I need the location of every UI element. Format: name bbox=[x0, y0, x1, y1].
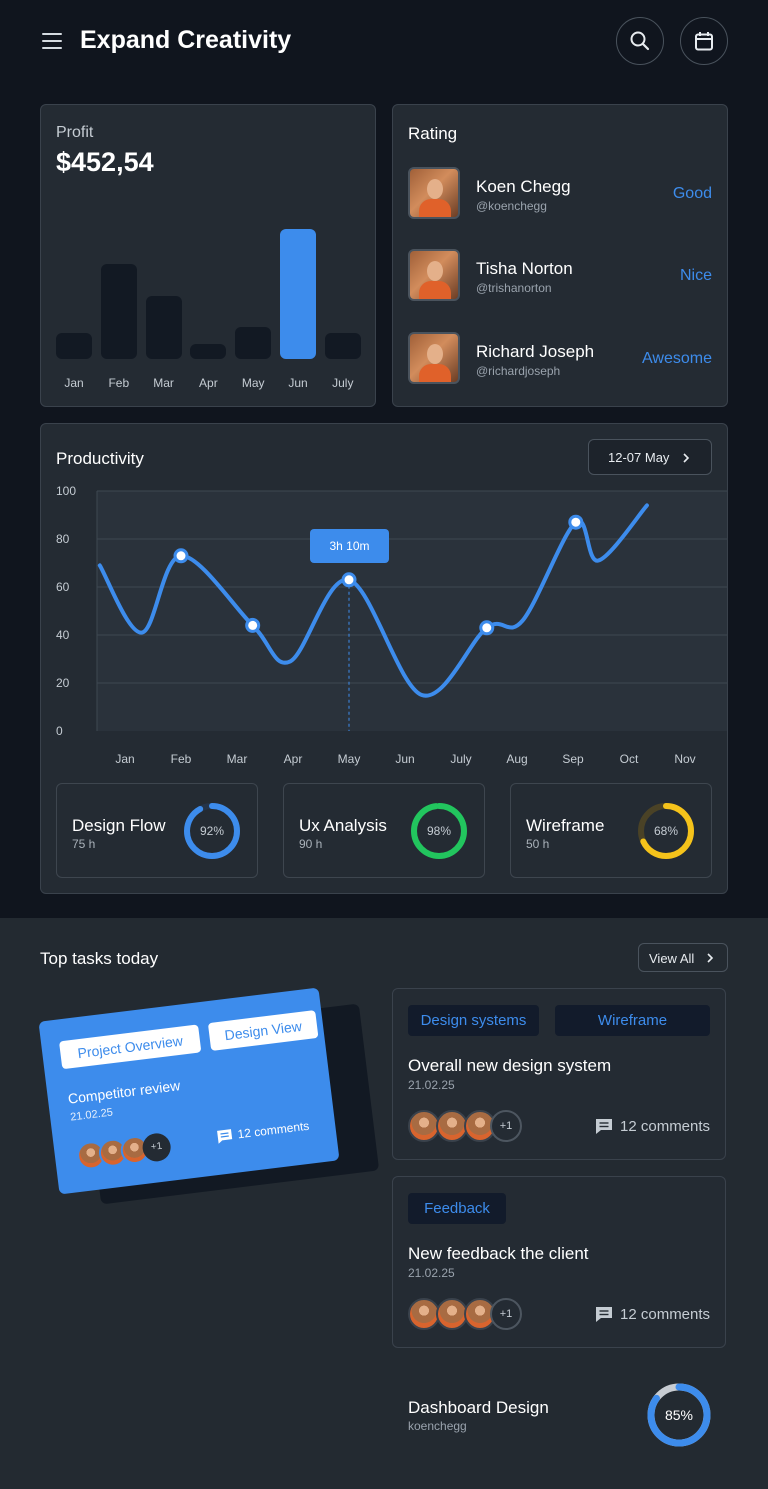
task-title: Overall new design system bbox=[408, 1056, 612, 1075]
data-point[interactable] bbox=[479, 620, 495, 636]
data-point[interactable] bbox=[173, 548, 189, 564]
stat-percent: 92% bbox=[199, 824, 225, 838]
task-tag-label: Design systems bbox=[420, 1012, 527, 1029]
plus-count: +1 bbox=[499, 1308, 513, 1320]
view-all-label: View All bbox=[649, 951, 695, 966]
data-point[interactable] bbox=[245, 617, 261, 633]
stat-card-ux-analysis[interactable]: Ux Analysis 90 h 98% bbox=[283, 783, 485, 878]
task-tag-label: Feedback bbox=[424, 1200, 490, 1217]
plus-avatar: +1 bbox=[490, 1298, 522, 1330]
view-all-button[interactable]: View All bbox=[638, 943, 728, 972]
featured-tag[interactable]: Design View bbox=[207, 1010, 319, 1051]
chevron-right-icon bbox=[707, 953, 714, 963]
task-card[interactable]: Feedback New feedback the client 21.02.2… bbox=[392, 1176, 726, 1348]
stat-hours: 50 h bbox=[526, 837, 550, 851]
stat-percent: 98% bbox=[426, 824, 452, 838]
chart-tooltip-label: 3h 10m bbox=[329, 538, 370, 553]
comment-icon bbox=[596, 1119, 612, 1134]
stat-name: Ux Analysis bbox=[299, 816, 387, 835]
featured-tag-label: Design View bbox=[223, 1017, 303, 1044]
task-date: 21.02.25 bbox=[408, 1266, 455, 1280]
task-tag[interactable]: Design systems bbox=[408, 1005, 539, 1036]
plus-count: +1 bbox=[499, 1120, 513, 1132]
stat-name: Design Flow bbox=[72, 816, 166, 835]
data-point[interactable] bbox=[568, 514, 584, 530]
stat-card-design-flow[interactable]: Design Flow 75 h 92% bbox=[56, 783, 258, 878]
comments-count: 12 comments bbox=[620, 1306, 711, 1323]
dashboard-title: Dashboard Design bbox=[408, 1398, 549, 1417]
comment-icon bbox=[217, 1129, 233, 1144]
featured-tag-label: Project Overview bbox=[76, 1032, 184, 1062]
stat-hours: 75 h bbox=[72, 837, 96, 851]
dashboard-user: koenchegg bbox=[408, 1419, 467, 1433]
task-title: New feedback the client bbox=[408, 1244, 589, 1263]
comments-count: 12 comments bbox=[620, 1118, 711, 1135]
task-date: 21.02.25 bbox=[408, 1078, 455, 1092]
plus-avatar: +1 bbox=[490, 1110, 522, 1142]
task-tag-label: Wireframe bbox=[597, 1012, 668, 1029]
featured-date: 21.02.25 bbox=[69, 1106, 114, 1124]
productivity-line-chart bbox=[96, 490, 727, 731]
task-tag[interactable]: Wireframe bbox=[555, 1005, 710, 1036]
section-title: Top tasks today bbox=[40, 949, 159, 968]
comment-icon bbox=[596, 1307, 612, 1322]
featured-task-card[interactable]: Project Overview Design View Competitor … bbox=[38, 987, 340, 1195]
stat-percent: 68% bbox=[653, 824, 679, 838]
featured-title: Competitor review bbox=[67, 1077, 182, 1107]
data-point[interactable] bbox=[341, 572, 357, 588]
comments-count: 12 comments bbox=[236, 1118, 310, 1142]
featured-tag[interactable]: Project Overview bbox=[58, 1024, 202, 1070]
stat-card-wireframe[interactable]: Wireframe 50 h 68% bbox=[510, 783, 712, 878]
stat-name: Wireframe bbox=[526, 816, 605, 835]
task-card[interactable]: Design systems Wireframe Overall new des… bbox=[392, 988, 726, 1160]
dashboard-percent: 85% bbox=[664, 1407, 694, 1423]
chart-tooltip: 3h 10m bbox=[310, 528, 389, 563]
plus-count: +1 bbox=[150, 1140, 163, 1154]
task-tag[interactable]: Feedback bbox=[408, 1193, 506, 1224]
stat-hours: 90 h bbox=[299, 837, 323, 851]
